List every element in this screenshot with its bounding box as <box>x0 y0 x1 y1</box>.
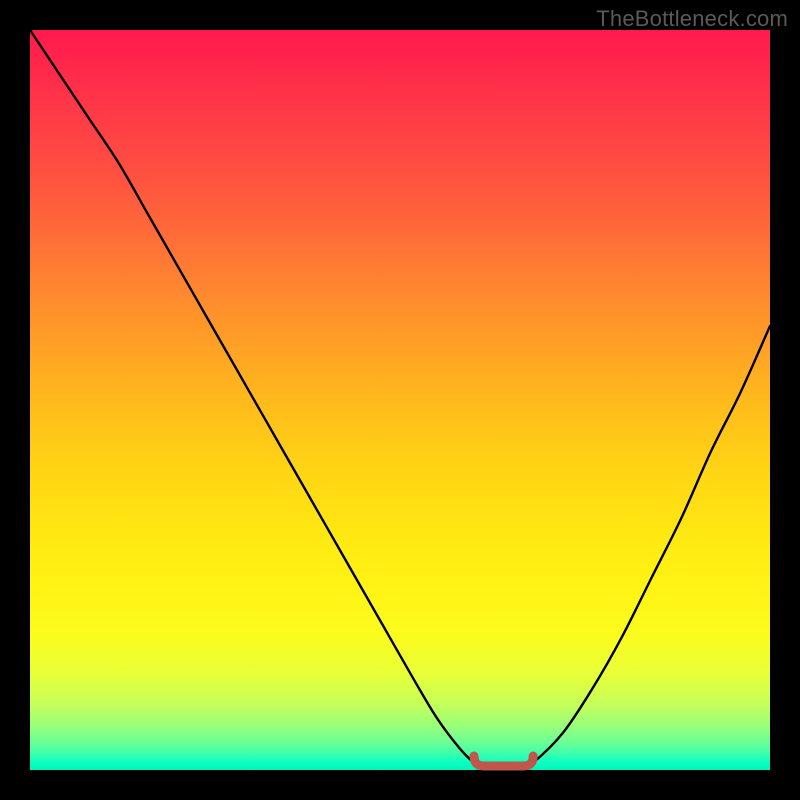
watermark-text: TheBottleneck.com <box>596 6 788 32</box>
chart-svg <box>30 30 770 770</box>
chart-area <box>30 30 770 770</box>
bottleneck-curve <box>30 30 770 771</box>
optimal-range-marker <box>474 756 533 766</box>
